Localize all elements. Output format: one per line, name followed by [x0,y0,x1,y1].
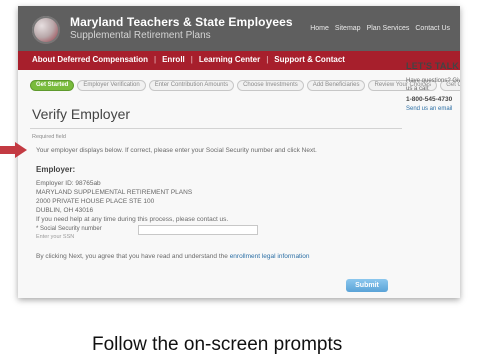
nav-item-about[interactable]: About Deferred Compensation [32,55,148,64]
pointer-arrow-icon [0,142,28,158]
step-employer-verification: Employer Verification [77,80,146,91]
instructions-text: Your employer displays below. If correct… [36,147,317,154]
step-choose-investments: Choose Investments [237,80,304,91]
sidebar-line-1: Have questions? Give [406,78,460,84]
employer-city: DUBLIN, OH 43016 [36,207,94,214]
page-title: Verify Employer [32,106,131,122]
nav-item-enroll[interactable]: Enroll [162,55,185,64]
site-header: Maryland Teachers & State Employees Supp… [18,6,460,51]
employer-name: MARYLAND SUPPLEMENTAL RETIREMENT PLANS [36,189,193,196]
site-subtitle: Supplemental Retirement Plans [70,30,211,41]
step-get-started[interactable]: Get Started [30,80,75,91]
employer-id: Employer ID: 98765ab [36,180,101,187]
terms-text: By clicking Next, you agree that you hav… [36,253,310,260]
nav-separator: | [190,55,193,64]
lets-talk-sidebar: LET'S TALK Have questions? Give us a cal… [406,61,460,112]
utility-link-plan-services[interactable]: Plan Services [367,25,410,32]
sidebar-phone: 1-800-545-4730 [406,96,453,103]
utility-link-home[interactable]: Home [310,25,329,32]
employer-heading: Employer: [36,165,76,174]
ssn-label: * Social Security number [36,226,102,232]
step-add-beneficiaries: Add Beneficiaries [306,80,366,91]
seal-logo-icon [32,16,60,44]
sidebar-email-link[interactable]: Send us an email [406,106,454,112]
sidebar-line-2: us a call: [406,86,430,92]
step-contribution-amounts: Enter Contribution Amounts [148,80,235,91]
help-text: If you need help at any time during this… [36,216,229,223]
nav-item-learning-center[interactable]: Learning Center [199,55,260,64]
title-divider [30,128,402,129]
enrollment-screenshot: Maryland Teachers & State Employees Supp… [18,6,460,298]
ssn-input[interactable] [138,225,258,235]
site-title: Maryland Teachers & State Employees [70,15,293,29]
ssn-sublabel: Enter your SSN [36,234,75,240]
sidebar-heading: LET'S TALK [406,61,459,71]
utility-links: Home Sitemap Plan Services Contact Us [310,25,450,32]
progress-steps: Get Started Employer Verification Enter … [30,80,460,91]
nav-item-support[interactable]: Support & Contact [274,55,345,64]
nav-separator: | [266,55,269,64]
terms-prefix: By clicking Next, you agree that you hav… [36,253,228,260]
main-nav: About Deferred Compensation | Enroll | L… [18,51,460,71]
caption-text: Follow the on-screen prompts [92,334,343,355]
utility-link-contact-us[interactable]: Contact Us [415,25,450,32]
terms-link[interactable]: enrollment legal information [230,253,310,260]
main-content: Get Started Employer Verification Enter … [18,70,460,298]
utility-link-sitemap[interactable]: Sitemap [335,25,361,32]
submit-button[interactable]: Submit [346,279,388,292]
nav-separator: | [154,55,157,64]
required-field-note: Required field [32,134,66,140]
employer-address: 2000 PRIVATE HOUSE PLACE STE 100 [36,198,155,205]
employer-details: Employer ID: 98765ab MARYLAND SUPPLEMENT… [36,179,192,215]
